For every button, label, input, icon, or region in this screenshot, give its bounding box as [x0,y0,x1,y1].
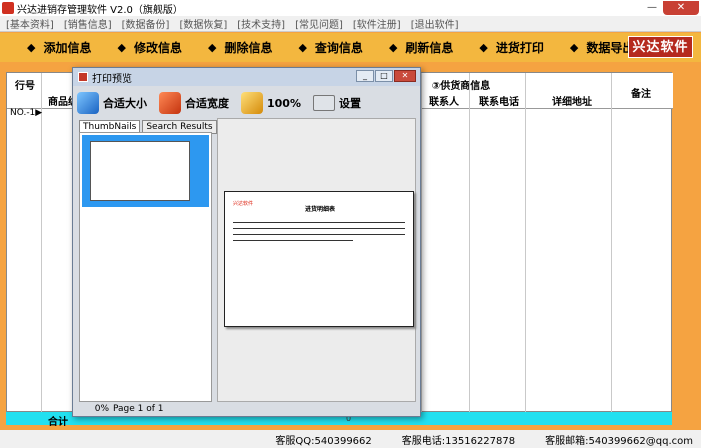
fit-size-icon [77,92,99,114]
app-icon [2,2,14,14]
window-controls: — ✕ [641,1,699,15]
edit-info-button[interactable]: ◆ 修改信息 [117,39,181,56]
settings-button[interactable]: 设置 [312,95,361,111]
column-divider [421,73,422,413]
printer-settings-icon [312,95,335,111]
minimize-button[interactable]: — [641,1,663,15]
add-info-button[interactable]: ◆ 添加信息 [27,39,91,56]
menu-support[interactable]: [技术支持] [233,16,289,31]
zoom-100-label: 100% [267,96,301,110]
query-info-button[interactable]: ◆ 查询信息 [298,39,362,56]
row-indicator[interactable]: NO.-1▶ [10,108,42,118]
brand-logo: 兴达软件 [628,36,693,58]
diamond-icon: ◆ [569,41,579,54]
menu-faq[interactable]: [常见问题] [291,16,347,31]
fit-width-label: 合适宽度 [185,97,229,110]
purchase-print-label: 进货打印 [495,41,544,55]
preview-rule [233,228,405,229]
dialog-title: 打印预览 [92,73,132,85]
query-info-label: 查询信息 [314,41,363,55]
add-info-label: 添加信息 [43,41,92,55]
settings-label: 设置 [338,97,361,110]
zoom-level: 0% [94,404,109,414]
menu-sales-info[interactable]: [销售信息] [60,16,116,31]
column-divider [525,73,526,413]
edit-info-label: 修改信息 [133,41,182,55]
thumbnail-selected[interactable] [82,135,209,207]
title-bar: 兴达进销存管理软件 V2.0（旗舰版） — ✕ [0,0,701,16]
service-email: 客服邮箱:540399662@qq.com [545,435,693,447]
diamond-icon: ◆ [207,41,217,54]
header-remark[interactable]: 备注 [612,85,670,100]
menu-restore[interactable]: [数据恢复] [175,16,231,31]
column-divider [469,73,470,413]
diamond-icon: ◆ [117,41,126,54]
data-export-button[interactable]: ◆ 数据导出 [570,39,634,56]
service-phone: 客服电话:13516227878 [401,435,516,447]
purchase-print-button[interactable]: ◆ 进货打印 [479,39,543,56]
header-row-number[interactable]: 行号 [13,77,37,92]
column-divider [41,73,42,413]
delete-info-button[interactable]: ◆ 删除信息 [208,39,272,56]
diamond-icon: ◆ [479,41,488,54]
delete-info-label: 删除信息 [224,41,273,55]
header-phone[interactable]: 联系电话 [471,93,527,108]
dialog-minimize-button[interactable]: _ [356,70,374,82]
dialog-status-bar: 0% Page 1 of 1 [79,403,413,415]
menu-basic-data[interactable]: [基本资料] [2,16,58,31]
preview-title: 进货明细表 [305,206,336,213]
diamond-icon: ◆ [388,41,398,54]
fit-width-icon [159,92,181,114]
preview-toolbar: 合适大小 合适宽度 100% 设置 [77,88,417,118]
preview-rule [233,234,405,235]
dialog-maximize-button[interactable]: □ [375,70,393,82]
printer-app-icon [78,72,88,82]
refresh-info-button[interactable]: ◆ 刷新信息 [389,39,453,56]
fit-size-label: 合适大小 [103,97,147,110]
preview-rule [233,222,405,223]
column-divider [611,73,612,413]
dialog-close-button[interactable]: ✕ [394,70,416,82]
print-preview-dialog: 打印预览 _ □ ✕ 合适大小 合适宽度 100% 设置 ThumbNails … [72,67,421,417]
page-preview-area[interactable]: 兴达软件 进货明细表 [217,118,416,402]
thumbnail-panel[interactable] [79,132,212,402]
toolbar: ◆ 添加信息 ◆ 修改信息 ◆ 删除信息 ◆ 查询信息 ◆ 刷新信息 ◆ 进货打印 ◆ 数据导… [0,33,701,62]
total-label: 合计 [48,417,68,428]
preview-rule [233,240,353,241]
fit-width-button[interactable]: 合适宽度 [159,92,229,114]
diamond-icon: ◆ [27,41,36,54]
menu-bar: [基本资料] [销售信息] [数据备份] [数据恢复] [技术支持] [常见问题… [0,16,701,32]
service-qq: 客服QQ:540399662 [275,435,372,447]
header-contact[interactable]: 联系人 [422,93,466,108]
refresh-info-label: 刷新信息 [405,41,454,55]
menu-exit[interactable]: [退出软件] [407,16,463,31]
window-title: 兴达进销存管理软件 V2.0（旗舰版） [17,4,183,16]
header-address[interactable]: 详细地址 [531,93,613,108]
zoom-100-button[interactable]: 100% [241,92,301,114]
thumbnail-page [90,141,190,201]
status-bar: 客服QQ:540399662 客服电话:13516227878 客服邮箱:540… [0,430,701,448]
page-indicator: Page 1 of 1 [113,404,164,414]
fit-size-button[interactable]: 合适大小 [77,92,147,114]
zoom-icon [241,92,263,114]
diamond-icon: ◆ [298,41,307,54]
menu-register[interactable]: [软件注册] [349,16,405,31]
preview-brand: 兴达软件 [233,201,254,207]
close-button[interactable]: ✕ [663,1,699,15]
dialog-title-bar[interactable]: 打印预览 _ □ ✕ [73,68,420,86]
menu-backup[interactable]: [数据备份] [118,16,174,31]
preview-page: 兴达软件 进货明细表 [224,191,414,327]
dialog-window-controls: _ □ ✕ [355,70,416,82]
